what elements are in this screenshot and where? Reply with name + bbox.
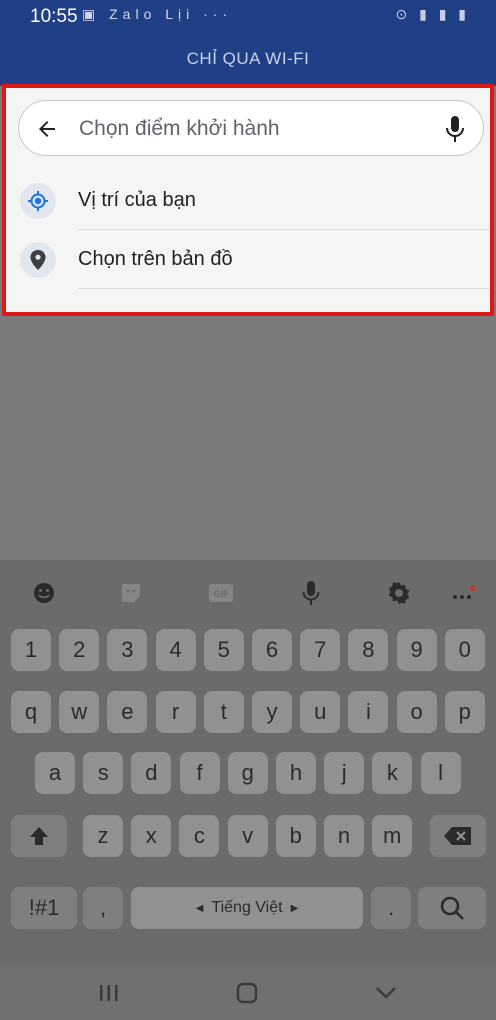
comma-key[interactable]: , [83, 887, 123, 929]
key-w[interactable]: w [59, 691, 100, 733]
wifi-only-header: CHỈ QUA WI-FI [0, 32, 496, 86]
recent-apps-icon[interactable] [96, 980, 122, 1006]
gif-icon[interactable]: GIF [206, 578, 236, 608]
key-n[interactable]: n [324, 815, 364, 857]
mic-icon[interactable] [296, 578, 326, 608]
key-c[interactable]: c [179, 815, 220, 857]
key-d[interactable]: d [131, 752, 172, 794]
key-8[interactable]: 8 [348, 629, 389, 671]
backspace-key[interactable] [430, 815, 486, 857]
search-panel: Vị trí của bạn Chọn trên bản đồ [2, 84, 494, 316]
search-input[interactable] [77, 110, 421, 148]
system-nav-bar [0, 964, 496, 1020]
key-m[interactable]: m [372, 815, 413, 857]
status-system-icons: ⊙ ▮ ▮ ▮ [395, 6, 470, 22]
option-choose-on-map[interactable]: Chọn trên bản đồ [6, 231, 490, 289]
backspace-icon [444, 827, 471, 845]
key-6[interactable]: 6 [252, 629, 292, 671]
space-label: Tiếng Việt [211, 899, 283, 916]
key-l[interactable]: l [420, 752, 461, 794]
key-k[interactable]: k [372, 752, 413, 794]
search-key[interactable] [418, 887, 486, 929]
key-z[interactable]: z [83, 815, 123, 857]
key-u[interactable]: u [300, 691, 341, 733]
divider [78, 288, 490, 289]
key-i[interactable]: i [348, 691, 389, 733]
symbols-key[interactable]: !#1 [11, 887, 77, 929]
key-q[interactable]: q [11, 691, 51, 733]
key-y[interactable]: y [252, 691, 292, 733]
home-icon[interactable] [234, 980, 260, 1006]
key-0[interactable]: 0 [444, 629, 485, 671]
key-t[interactable]: t [203, 691, 244, 733]
key-1[interactable]: 1 [11, 629, 51, 671]
settings-icon[interactable] [384, 578, 414, 608]
back-arrow-icon[interactable] [35, 117, 59, 141]
key-5[interactable]: 5 [203, 629, 244, 671]
language-next-icon: ▶ [290, 902, 299, 914]
svg-text:GIF: GIF [214, 589, 230, 599]
language-prev-icon: ◀ [195, 902, 204, 914]
back-chevron-icon[interactable] [373, 980, 399, 1006]
key-2[interactable]: 2 [59, 629, 100, 671]
search-icon [440, 896, 464, 920]
key-4[interactable]: 4 [155, 629, 196, 671]
key-p[interactable]: p [444, 691, 485, 733]
mic-icon[interactable] [445, 115, 465, 143]
more-icon[interactable] [448, 578, 478, 608]
location-target-icon [20, 183, 56, 219]
key-g[interactable]: g [227, 752, 268, 794]
key-a[interactable]: a [35, 752, 75, 794]
status-bar: 10:55 ▣ Zalo Lịi ··· ⊙ ▮ ▮ ▮ [0, 0, 496, 32]
key-b[interactable]: b [275, 815, 316, 857]
status-notification-icons: ▣ Zalo Lịi ··· [82, 6, 233, 22]
key-3[interactable]: 3 [107, 629, 148, 671]
map-pin-icon [20, 242, 56, 278]
key-j[interactable]: j [324, 752, 365, 794]
option-label: Vị trí của bạn [78, 189, 196, 211]
period-key[interactable]: . [371, 887, 411, 929]
sticker-icon[interactable] [116, 578, 146, 608]
shift-key[interactable] [11, 815, 67, 857]
key-v[interactable]: v [227, 815, 268, 857]
key-s[interactable]: s [83, 752, 124, 794]
divider [78, 229, 490, 230]
key-f[interactable]: f [179, 752, 220, 794]
key-e[interactable]: e [107, 691, 148, 733]
status-time: 10:55 [30, 6, 78, 27]
key-7[interactable]: 7 [300, 629, 341, 671]
key-h[interactable]: h [276, 752, 316, 794]
search-box[interactable] [18, 100, 484, 156]
keyboard-toolbar: GIF [0, 560, 496, 622]
space-key[interactable]: ◀ Tiếng Việt ▶ [131, 887, 363, 929]
option-your-location[interactable]: Vị trí của bạn [6, 172, 490, 230]
option-label: Chọn trên bản đồ [78, 248, 233, 270]
emoji-icon[interactable] [29, 578, 59, 608]
shift-icon [30, 827, 48, 845]
key-x[interactable]: x [131, 815, 172, 857]
key-r[interactable]: r [155, 691, 196, 733]
key-9[interactable]: 9 [396, 629, 437, 671]
key-o[interactable]: o [396, 691, 437, 733]
